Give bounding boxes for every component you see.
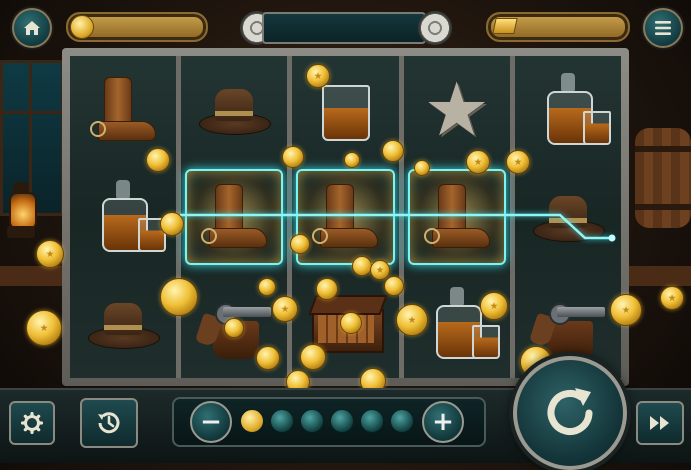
boot-icon [195, 178, 273, 256]
spin-button[interactable] [513, 356, 627, 470]
symbol-cowboy-hat [181, 56, 287, 163]
fast-forward-icon [650, 416, 669, 430]
menu-button[interactable] [643, 8, 683, 48]
home-icon [24, 21, 40, 35]
minus-label: − [200, 407, 222, 437]
gold-coin-icon [300, 344, 326, 370]
symbol-sheriff-badge: ★ [404, 56, 510, 163]
symbol-cowboy-hat [515, 163, 621, 270]
gold-coin-icon [224, 318, 244, 338]
increase-bet-button[interactable]: + [422, 401, 464, 443]
gear-icon [21, 412, 43, 434]
reel-1 [70, 56, 177, 378]
winning-symbol-boot [296, 169, 395, 265]
top-bar [0, 0, 691, 50]
cowboy-hat-icon [84, 285, 162, 363]
hamburger-menu-icon [655, 21, 671, 35]
settings-button[interactable] [9, 401, 55, 445]
gold-coin-icon [290, 234, 310, 254]
decrease-bet-button[interactable]: − [190, 401, 232, 443]
gold-coin-icon [256, 346, 280, 370]
gold-coin-icon [506, 150, 530, 174]
cowboy-hat-icon [529, 178, 607, 256]
whiskey-barrel [635, 128, 691, 228]
symbol-whiskey-decanter [515, 56, 621, 163]
gold-coin-icon [160, 212, 184, 236]
film-reel-icon [418, 11, 452, 45]
gold-coin-icon [160, 278, 198, 316]
winning-symbol-boot [185, 169, 284, 265]
cowboy-hat-icon [195, 71, 273, 149]
reel-frame: ★ [62, 48, 629, 386]
gold-coin-icon [36, 240, 64, 268]
boot-icon [306, 178, 384, 256]
gold-coin-icon [396, 304, 428, 336]
bet-level-dot[interactable] [390, 409, 414, 433]
symbol-cowboy-hat [70, 271, 176, 378]
gold-coin-icon [306, 64, 330, 88]
whiskey-decanter-icon [84, 178, 167, 256]
fast-forward-button[interactable] [636, 401, 684, 445]
bet-level-dot[interactable] [300, 409, 324, 433]
history-button[interactable] [80, 398, 138, 448]
gold-coin-icon [70, 15, 94, 39]
sheriff-badge-icon: ★ [423, 66, 490, 153]
gold-bar-icon [492, 18, 518, 34]
gold-coin-icon [466, 150, 490, 174]
title-plaque [262, 12, 426, 44]
gold-coin-icon [480, 292, 508, 320]
gold-coin-icon [272, 296, 298, 322]
bet-level-dot[interactable] [270, 409, 294, 433]
history-clock-icon [98, 412, 120, 434]
gold-coin-icon [26, 310, 62, 346]
winning-symbol-boot [407, 169, 506, 265]
spin-arrow-icon [547, 388, 593, 435]
plus-label: + [432, 407, 454, 437]
oil-lamp [4, 178, 38, 248]
bet-level-dot[interactable] [240, 409, 264, 433]
boot-icon [84, 71, 162, 149]
gold-coin-icon [340, 312, 362, 334]
bet-level-dot[interactable] [360, 409, 384, 433]
gold-coin-icon [382, 140, 404, 162]
home-button[interactable] [12, 8, 52, 48]
gold-coin-icon [414, 160, 430, 176]
gold-coin-icon [344, 152, 360, 168]
whiskey-decanter-icon [529, 71, 611, 149]
gold-coin-icon [258, 278, 276, 296]
gold-coin-icon [352, 256, 372, 276]
reel-5 [514, 56, 621, 378]
gold-coin-icon [316, 278, 338, 300]
symbol-whiskey-decanter [70, 163, 176, 270]
bet-level-dot[interactable] [330, 409, 354, 433]
gold-coin-icon [660, 286, 684, 310]
gold-coin-icon [282, 146, 304, 168]
gold-coin-icon [384, 276, 404, 296]
gold-coin-icon [610, 294, 642, 326]
gold-coin-icon [146, 148, 170, 172]
boot-icon [418, 178, 496, 256]
